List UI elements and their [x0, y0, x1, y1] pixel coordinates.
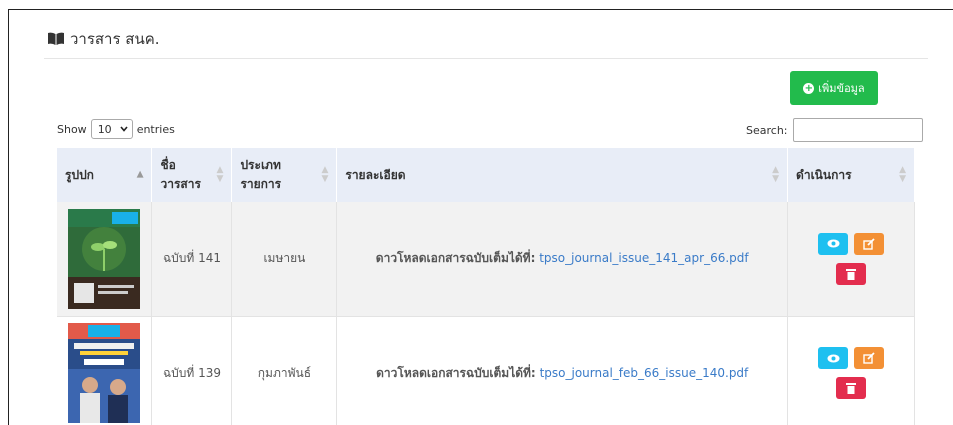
view-button[interactable] — [818, 232, 849, 255]
search-box: Search: — [746, 118, 923, 142]
col-actions[interactable]: ดำเนินการ ▲ ▼ — [787, 148, 915, 202]
col-name[interactable]: ชื่อ วารสาร ▲ ▼ — [151, 148, 233, 202]
search-input[interactable] — [792, 118, 923, 142]
show-label: Show — [57, 122, 87, 136]
delete-button[interactable] — [836, 377, 867, 399]
detail-label: ดาวโหลดเอกสารฉบับเต็มได้ที่: — [375, 251, 536, 266]
entries-label: entries — [136, 122, 175, 136]
type-cell: เมษายน — [231, 202, 338, 317]
length-menu: Show 10 entries — [57, 119, 175, 139]
plus-circle-icon: + — [803, 82, 815, 94]
cover-cell — [57, 316, 153, 425]
sort-icon: ▲ ▼ — [772, 165, 780, 184]
table-row: ฉบับที่ 139 กุมภาพันธ์ ดาวโหลดเอกสารฉบับ… — [57, 316, 915, 425]
detail-cell: ดาวโหลดเอกสารฉบับเต็มได้ที่: tpso_journa… — [336, 202, 789, 317]
trash-icon — [846, 268, 857, 280]
page-title: วารสาร สนค. — [70, 30, 160, 48]
journal-table: รูปปก ▲ ชื่อ วารสาร ▲ ▼ ประเภท รายการ ▲ ▼ รายละ… — [57, 148, 915, 425]
edit-icon — [863, 352, 875, 364]
header-divider — [44, 58, 928, 59]
type-cell: กุมภาพันธ์ — [231, 316, 338, 425]
cover-image[interactable] — [68, 323, 141, 423]
entries-value: 10 — [97, 122, 112, 136]
search-label: Search: — [746, 123, 788, 137]
entries-select[interactable]: 10 — [90, 119, 133, 139]
trash-icon — [846, 383, 857, 394]
chevron-down-icon — [120, 126, 128, 132]
sort-icon: ▲ ▼ — [899, 165, 906, 184]
download-link[interactable]: tpso_journal_issue_141_apr_66.pdf — [539, 251, 748, 265]
col-cover[interactable]: รูปปก ▲ — [57, 148, 153, 202]
book-open-icon — [48, 32, 64, 45]
cover-image[interactable] — [68, 208, 141, 309]
card-header: วารสาร สนค. — [47, 27, 160, 51]
sort-icon: ▲ ▼ — [321, 165, 329, 184]
edit-icon — [863, 238, 875, 250]
detail-label: ดาวโหลดเอกสารฉบับเต็มได้ที่: — [376, 365, 536, 380]
edit-button[interactable] — [854, 232, 885, 255]
table-row: ฉบับที่ 141 เมษายน ดาวโหลดเอกสารฉบับเต็ม… — [57, 202, 915, 317]
sort-icon: ▲ ▼ — [216, 165, 224, 184]
cover-cell — [57, 202, 153, 317]
delete-button[interactable] — [836, 262, 867, 285]
issue-cell: ฉบับที่ 141 — [151, 202, 233, 317]
sort-asc-icon: ▲ — [136, 169, 144, 180]
detail-cell: ดาวโหลดเอกสารฉบับเต็มได้ที่: tpso_journa… — [336, 316, 789, 425]
col-detail[interactable]: รายละเอียด ▲ ▼ — [336, 148, 789, 202]
eye-icon — [827, 354, 840, 362]
edit-button[interactable] — [854, 347, 885, 369]
view-button[interactable] — [818, 347, 849, 369]
actions-cell — [787, 316, 915, 425]
download-link[interactable]: tpso_journal_feb_66_issue_140.pdf — [540, 366, 749, 380]
actions-cell — [787, 202, 915, 317]
col-type[interactable]: ประเภท รายการ ▲ ▼ — [231, 148, 338, 202]
eye-icon — [827, 239, 840, 248]
add-item-button[interactable]: + เพิ่มข้อมูล — [790, 71, 878, 105]
issue-cell: ฉบับที่ 139 — [151, 316, 233, 425]
add-item-label: เพิ่มข้อมูล — [818, 82, 865, 95]
